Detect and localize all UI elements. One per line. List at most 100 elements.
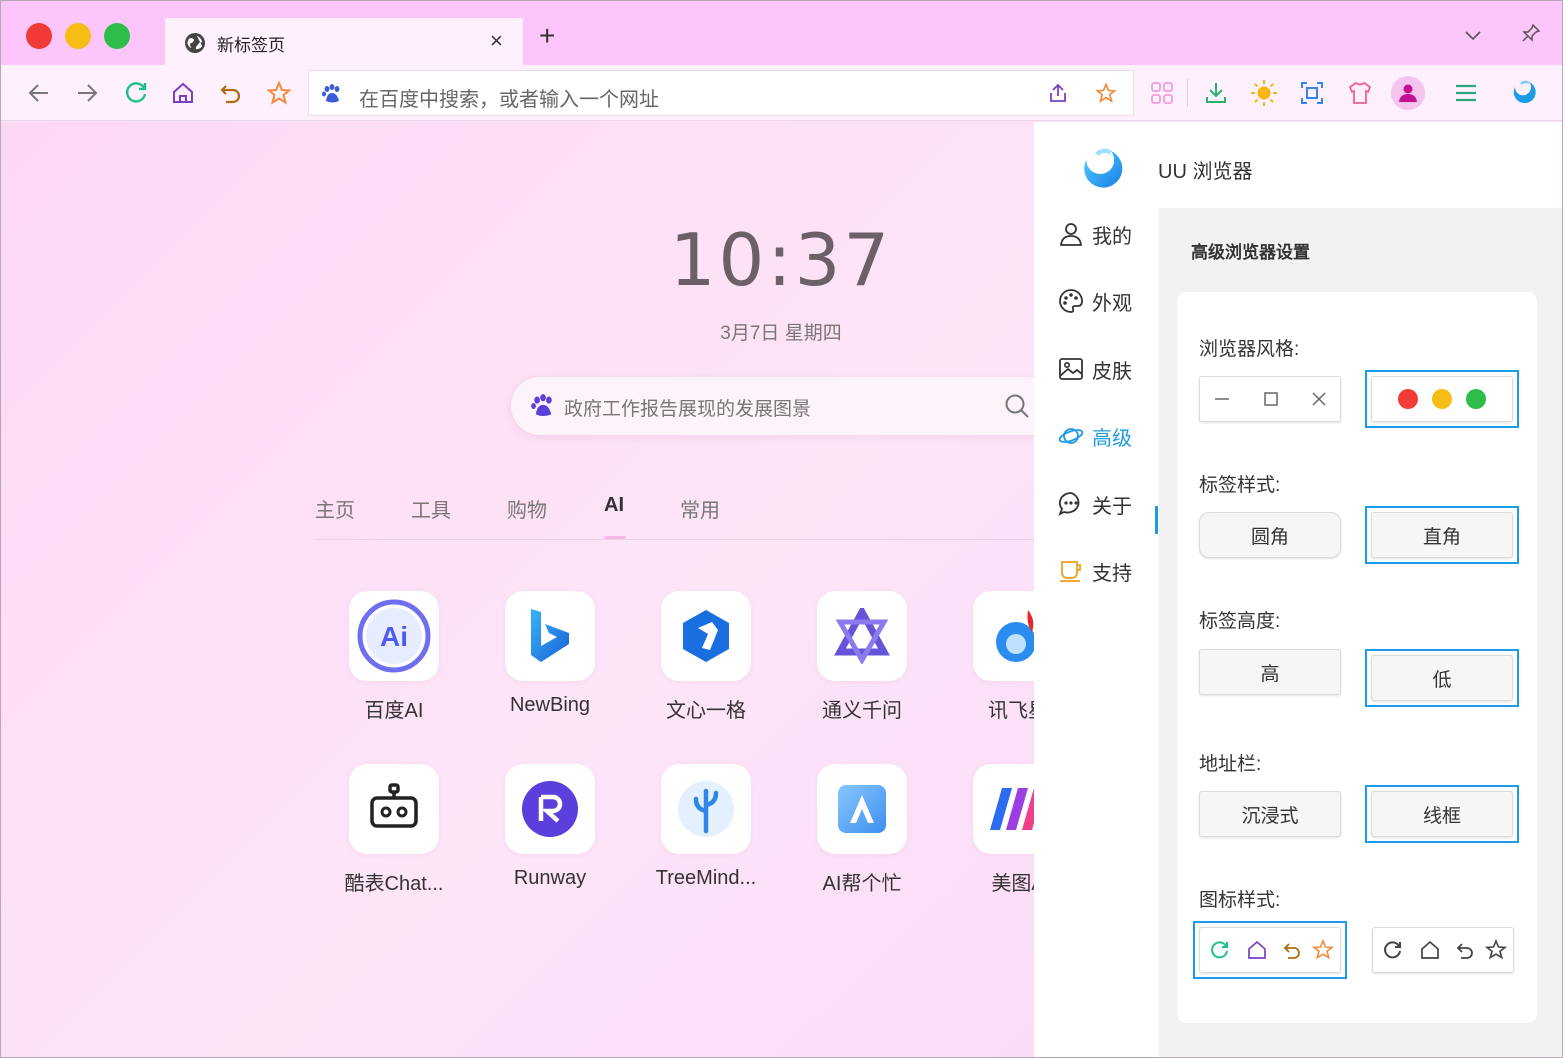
back-icon[interactable] — [25, 79, 53, 107]
bing-icon — [505, 591, 595, 681]
tab-height-low-label: 低 — [1371, 655, 1513, 701]
app-tile-newbing[interactable]: NewBing — [480, 591, 620, 731]
bookmark-star-icon[interactable] — [265, 79, 293, 107]
search-icon[interactable] — [1003, 392, 1031, 425]
mac-traffic-lights-preview — [1371, 376, 1513, 422]
app-label: NewBing — [509, 694, 591, 716]
search-box[interactable]: 政府工作报告展现的发展图景 — [511, 377, 1071, 435]
app-tile-baidu-ai[interactable]: Ai 百度AI — [324, 591, 464, 731]
palette-icon — [1059, 289, 1083, 313]
star-icon[interactable] — [1095, 82, 1117, 109]
tab-height-low-option[interactable]: 低 — [1365, 649, 1519, 707]
active-nav-indicator — [1155, 506, 1158, 534]
app-tile-tongyi[interactable]: 通义千问 — [792, 591, 932, 731]
uu-browser-logo-icon[interactable] — [1509, 78, 1539, 108]
address-bar-immersive-option[interactable]: 沉浸式 — [1199, 791, 1341, 837]
apps-grid-icon[interactable] — [1148, 79, 1176, 107]
tab-new-tab[interactable]: 新标签页 × — [165, 18, 523, 65]
avatar[interactable] — [1391, 76, 1425, 110]
address-input[interactable]: 在百度中搜索，或者输入一个网址 — [359, 83, 659, 112]
sun-icon[interactable] — [1250, 79, 1278, 107]
tab-common[interactable]: 常用 — [680, 494, 720, 523]
app-tile-runway[interactable]: Runway — [480, 764, 620, 904]
pin-icon[interactable] — [1521, 23, 1541, 48]
category-tabs: 主页 工具 购物 AI 常用 — [315, 494, 1035, 540]
app-label: Runway — [513, 867, 587, 889]
tab-title: 新标签页 — [217, 36, 285, 55]
close-window-button[interactable] — [26, 23, 52, 49]
tab-height-high-option[interactable]: 高 — [1199, 649, 1341, 695]
app-tile-ai-help[interactable]: AI帮个忙 — [792, 764, 932, 904]
baidu-ai-icon: Ai — [349, 591, 439, 681]
download-icon[interactable] — [1202, 79, 1230, 107]
screenshot-icon[interactable] — [1298, 79, 1326, 107]
clock-date: 3月7日 星期四 — [720, 323, 842, 344]
tab-tools[interactable]: 工具 — [411, 494, 451, 523]
address-bar-outline-label: 线框 — [1371, 791, 1513, 837]
settings-content: 高级浏览器设置 浏览器风格: 标签样式: 圆角 直角 标签高度: 高 低 地址栏… — [1159, 208, 1562, 1057]
planet-icon — [1058, 428, 1084, 444]
baidu-paw-icon — [530, 393, 556, 424]
nav-label: 关于 — [1092, 495, 1132, 518]
settings-card: 浏览器风格: 标签样式: 圆角 直角 标签高度: 高 低 地址栏: 沉浸式 线框… — [1177, 292, 1537, 1023]
nav-label: 支持 — [1092, 562, 1132, 585]
nav-item-about[interactable]: 关于 — [1058, 484, 1158, 524]
home-icon[interactable] — [169, 79, 197, 107]
image-icon — [1059, 358, 1083, 380]
svg-text:Ai: Ai — [380, 621, 408, 652]
search-input[interactable]: 政府工作报告展现的发展图景 — [564, 394, 811, 421]
app-tile-wenxin-yige[interactable]: 文心一格 — [636, 591, 776, 731]
nav-item-skin[interactable]: 皮肤 — [1058, 349, 1158, 389]
nav-item-appearance[interactable]: 外观 — [1058, 281, 1158, 321]
browser-style-mac-option[interactable] — [1365, 370, 1519, 428]
nav-label: 外观 — [1092, 292, 1132, 315]
chevron-down-icon[interactable] — [1463, 25, 1483, 50]
baidu-paw-icon — [321, 83, 343, 110]
reload-icon[interactable] — [122, 79, 150, 107]
clock: 10:37 — [581, 218, 981, 302]
app-label: TreeMind... — [655, 867, 757, 889]
icon-style-mono-option[interactable] — [1372, 927, 1514, 973]
user-icon — [1059, 223, 1083, 246]
tab-ai[interactable]: AI — [604, 494, 624, 517]
forward-icon[interactable] — [73, 79, 101, 107]
panel-app-name: UU 浏览器 — [1158, 161, 1253, 183]
app-label: 百度AI — [364, 700, 424, 722]
minimize-window-button[interactable] — [65, 23, 91, 49]
tab-style-square-label: 直角 — [1371, 512, 1513, 558]
nav-item-advanced[interactable]: 高级 — [1058, 416, 1158, 456]
app-label: 通义千问 — [822, 700, 902, 722]
section-title: 高级浏览器设置 — [1191, 243, 1310, 262]
settings-panel: UU 浏览器 我的 外观 皮肤 高级 关于 支持 高级浏览器设置 浏览器风格: … — [1034, 122, 1562, 1057]
tab-shopping[interactable]: 购物 — [507, 494, 547, 523]
skin-shirt-icon[interactable] — [1346, 79, 1374, 107]
nav-item-support[interactable]: 支持 — [1058, 551, 1158, 591]
icon-style-colored-preview — [1199, 927, 1341, 973]
icon-style-colored-option[interactable] — [1193, 921, 1347, 979]
new-tab-page: 10:37 3月7日 星期四 政府工作报告展现的发展图景 主页 工具 购物 AI… — [1, 122, 1071, 1057]
tab-style-rounded-option[interactable]: 圆角 — [1199, 512, 1341, 558]
setting-label-tab-height: 标签高度: — [1199, 611, 1281, 632]
undo-icon[interactable] — [217, 79, 245, 107]
new-tab-button[interactable]: + — [539, 22, 555, 50]
wenxin-yige-icon — [661, 591, 751, 681]
tab-close-icon[interactable]: × — [490, 28, 503, 54]
toolbar-separator — [1187, 79, 1188, 107]
app-tile-kubiao-chat[interactable]: 酷表Chat... — [324, 764, 464, 904]
nav-item-mine[interactable]: 我的 — [1058, 214, 1158, 254]
toolbar: 在百度中搜索，或者输入一个网址 — [1, 65, 1562, 121]
maximize-window-button[interactable] — [104, 23, 130, 49]
setting-label-address-bar: 地址栏: — [1199, 754, 1262, 775]
tab-style-square-option[interactable]: 直角 — [1365, 506, 1519, 564]
address-bar[interactable]: 在百度中搜索，或者输入一个网址 — [308, 70, 1134, 116]
chat-icon — [1058, 492, 1080, 516]
title-bar: 新标签页 × + — [1, 1, 1562, 65]
setting-label-icon-style: 图标样式: — [1199, 890, 1281, 911]
menu-icon[interactable] — [1452, 79, 1480, 107]
app-tile-treemind[interactable]: TreeMind... — [636, 764, 776, 904]
address-bar-outline-option[interactable]: 线框 — [1365, 785, 1519, 843]
browser-style-windows-option[interactable] — [1199, 376, 1341, 422]
share-icon[interactable] — [1047, 82, 1069, 109]
panel-header: UU 浏览器 — [1034, 122, 1562, 208]
tab-home[interactable]: 主页 — [315, 494, 355, 523]
